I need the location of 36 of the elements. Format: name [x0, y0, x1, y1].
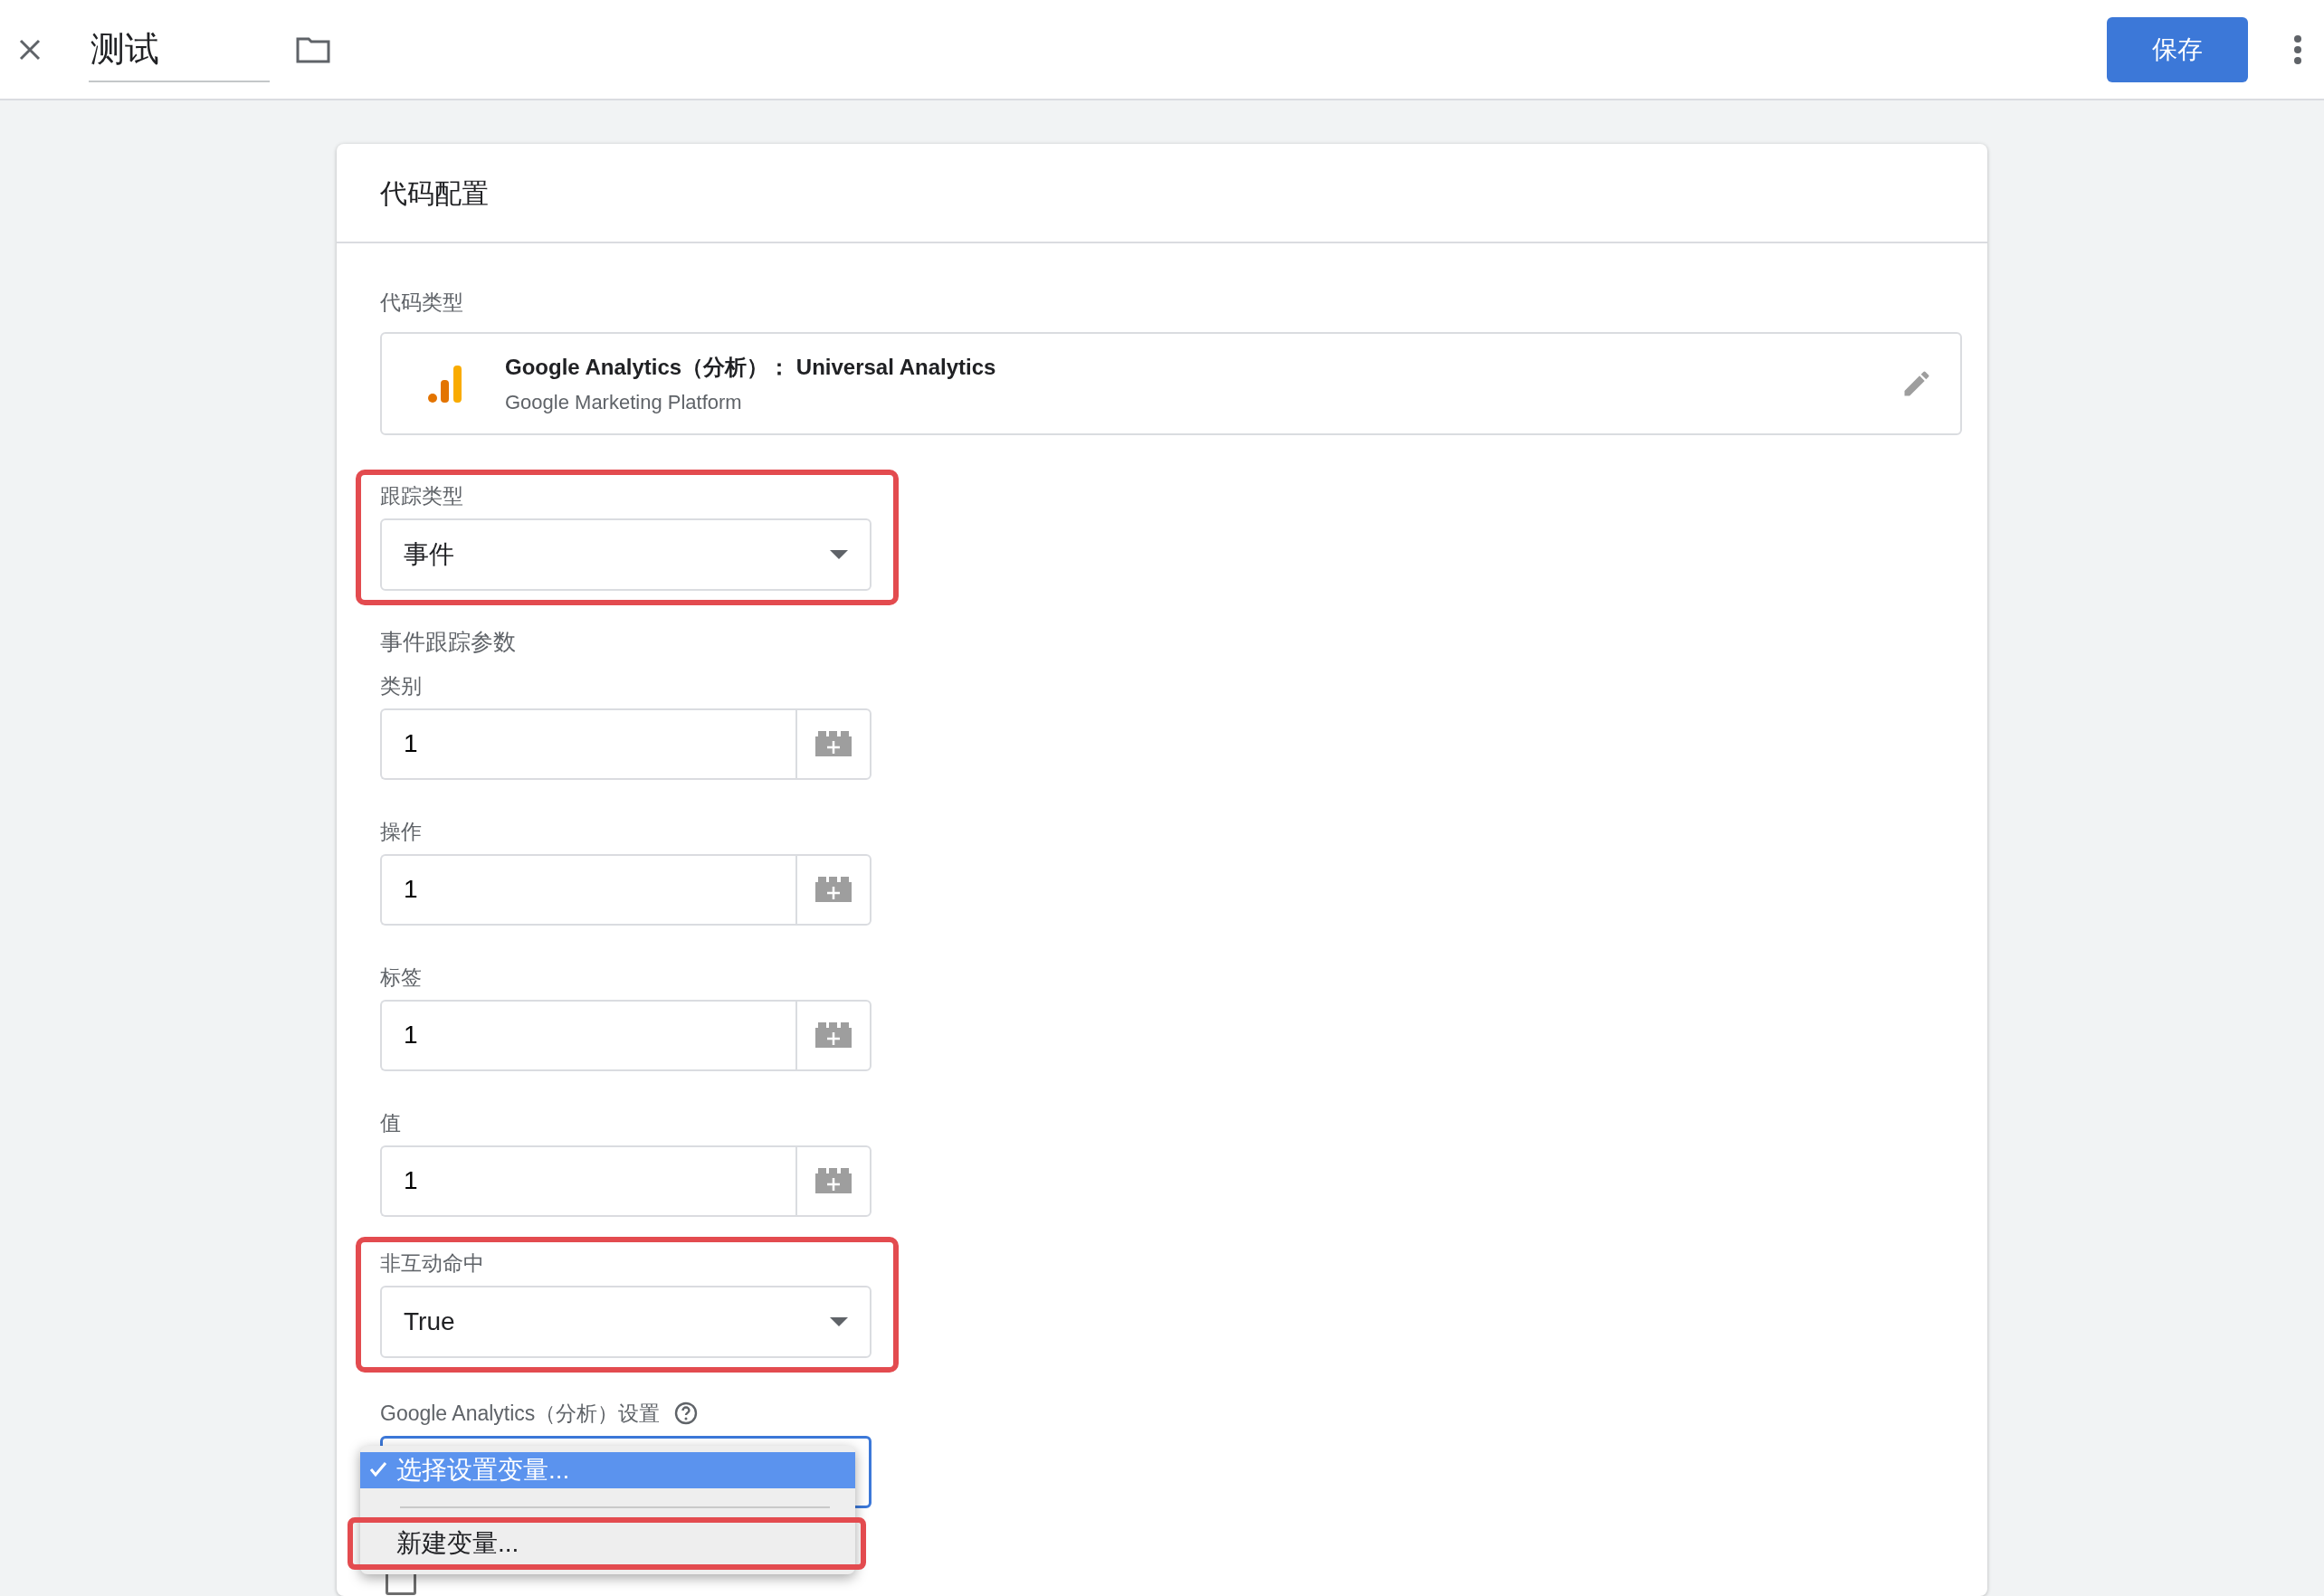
brick-plus-icon	[815, 1022, 852, 1048]
more-icon[interactable]	[2293, 33, 2302, 65]
brick-plus-icon	[815, 1168, 852, 1193]
check-icon	[369, 1459, 387, 1478]
caret-icon	[830, 550, 848, 559]
tag-vendor: Google Marketing Platform	[505, 389, 743, 415]
variable-button[interactable]	[795, 853, 872, 926]
tag-type-card[interactable]: Google Analytics（分析）： Universal Analytics Google Marketing Platform	[380, 332, 1962, 435]
input-field[interactable]: 1	[380, 708, 795, 780]
field-label: 操作	[380, 818, 423, 845]
caret-icon	[830, 1316, 848, 1326]
field-label: 跟踪类型	[380, 483, 464, 509]
field-label: Google Analytics（分析）设置	[380, 1400, 661, 1427]
tag-type-name: Google Analytics（分析）： Universal Analytics	[505, 353, 996, 381]
title-field[interactable]: 测试	[89, 16, 270, 82]
field-label: 值	[380, 1109, 402, 1136]
field-label: 非互动命中	[380, 1249, 485, 1277]
field-label: 标签	[380, 964, 423, 991]
field-label: 类别	[380, 672, 423, 699]
variable-button[interactable]	[795, 1145, 872, 1217]
variable-button[interactable]	[795, 708, 872, 780]
card-title: 代码配置	[337, 144, 1987, 243]
save-button[interactable]: 保存	[2107, 16, 2248, 82]
select-field[interactable]: 事件	[380, 518, 872, 591]
select-field[interactable]: True	[380, 1285, 872, 1358]
input-field[interactable]: 1	[380, 1145, 795, 1217]
brick-plus-icon	[815, 731, 852, 756]
brick-plus-icon	[815, 877, 852, 902]
analytics-icon	[427, 364, 463, 404]
section-heading: 事件跟踪参数	[380, 628, 517, 656]
help-icon[interactable]	[674, 1401, 699, 1425]
input-field[interactable]: 1	[380, 853, 795, 926]
menu-item[interactable]: 新建变量...	[348, 1516, 866, 1570]
input-field[interactable]: 1	[380, 999, 795, 1071]
variable-button[interactable]	[795, 999, 872, 1071]
field-label: 代码类型	[380, 290, 464, 316]
